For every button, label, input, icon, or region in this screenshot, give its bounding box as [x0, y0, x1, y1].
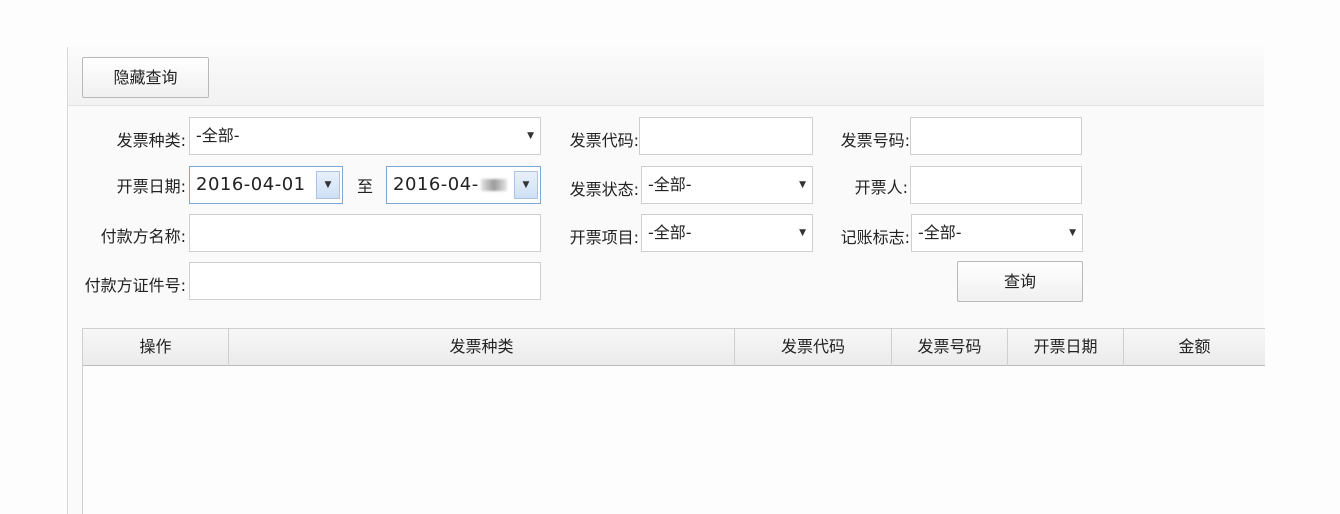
issuer-input[interactable] [910, 166, 1082, 204]
query-button[interactable]: 查询 [957, 261, 1083, 302]
column-header-invoice-number[interactable]: 发票号码 [892, 329, 1008, 366]
caret-down-icon: ▼ [799, 180, 806, 190]
payer-name-label: 付款方名称: [100, 227, 186, 246]
redacted-mark [481, 179, 507, 191]
invoice-status-label: 发票状态: [569, 180, 639, 199]
payer-name-input[interactable] [189, 214, 541, 252]
invoice-code-label: 发票代码: [569, 131, 639, 150]
column-header-action[interactable]: 操作 [83, 329, 229, 366]
toolbar: 隐藏查询 [68, 47, 1264, 106]
grid-header: 操作 发票种类 发票代码 发票号码 开票日期 金额 [83, 328, 1265, 366]
caret-down-icon[interactable]: ▼ [316, 171, 340, 199]
caret-down-icon: ▼ [527, 131, 534, 141]
item-value: -全部- [648, 223, 692, 242]
column-header-invoice-type[interactable]: 发票种类 [229, 329, 735, 366]
caret-down-icon[interactable]: ▼ [514, 171, 538, 199]
invoice-type-value: -全部- [196, 126, 240, 145]
column-header-invoice-code[interactable]: 发票代码 [735, 329, 892, 366]
item-select[interactable]: -全部- ▼ [641, 214, 813, 252]
bookkeeping-select[interactable]: -全部- ▼ [911, 214, 1083, 252]
bookkeeping-value: -全部- [918, 223, 962, 242]
date-from-picker[interactable]: 2016-04-01 ▼ [189, 166, 343, 204]
item-label: 开票项目: [569, 228, 639, 247]
issue-date-label: 开票日期: [116, 177, 186, 196]
invoice-type-label: 发票种类: [116, 131, 186, 150]
date-to-picker[interactable]: 2016-04- ▼ [386, 166, 541, 204]
invoice-status-value: -全部- [648, 175, 692, 194]
invoice-number-label: 发票号码: [840, 131, 910, 150]
hide-query-button[interactable]: 隐藏查询 [82, 57, 209, 98]
query-panel: 隐藏查询 发票种类: -全部- ▼ 发票代码: 发票号码: 开票日期: 2016… [67, 47, 1265, 514]
column-header-issue-date[interactable]: 开票日期 [1008, 329, 1124, 366]
invoice-status-select[interactable]: -全部- ▼ [641, 166, 813, 204]
date-to-label: 至 [357, 177, 374, 196]
invoice-type-select[interactable]: -全部- ▼ [189, 117, 541, 155]
bookkeeping-label: 记账标志: [840, 228, 910, 247]
date-from-value: 2016-04-01 [196, 174, 306, 195]
caret-down-icon: ▼ [799, 228, 806, 238]
invoice-code-input[interactable] [639, 117, 813, 155]
invoice-number-input[interactable] [910, 117, 1082, 155]
payer-id-input[interactable] [189, 262, 541, 300]
column-header-amount[interactable]: 金额 [1124, 329, 1265, 366]
results-grid: 操作 发票种类 发票代码 发票号码 开票日期 金额 [82, 328, 1265, 514]
issuer-label: 开票人: [854, 178, 908, 197]
date-to-value: 2016-04- [393, 174, 479, 195]
payer-id-label: 付款方证件号: [84, 276, 186, 295]
caret-down-icon: ▼ [1069, 228, 1076, 238]
